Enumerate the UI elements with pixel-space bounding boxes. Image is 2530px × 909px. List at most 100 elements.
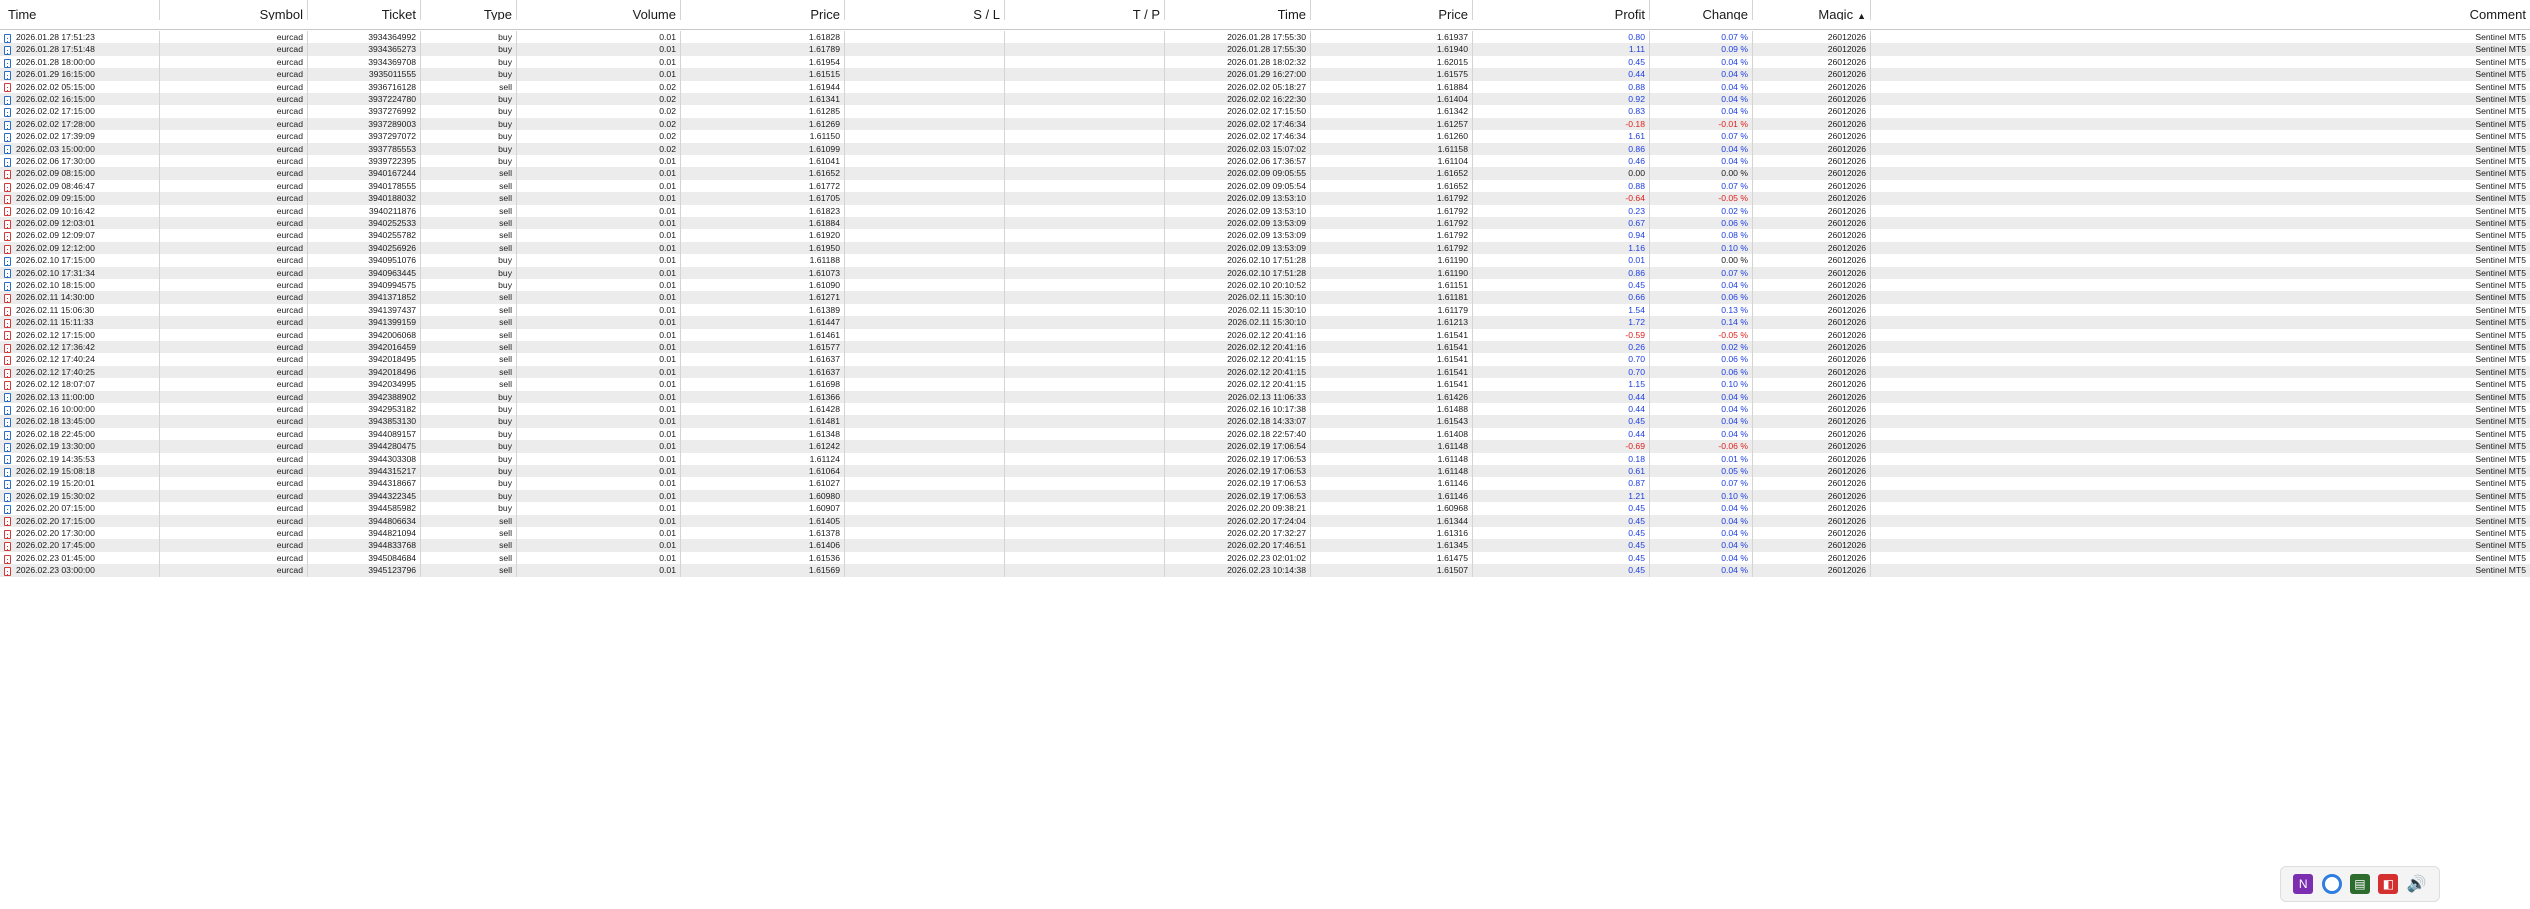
- cell-magic: 26012026: [1753, 68, 1871, 81]
- open-time-text: 2026.02.12 17:15:00: [16, 329, 95, 340]
- cell-ticket: 3942006068: [308, 328, 421, 341]
- table-row[interactable]: 2026.01.28 17:51:48 eurcad 3934365273 buy 0.…: [0, 43, 2530, 56]
- volume-icon[interactable]: 🔊: [2407, 874, 2427, 894]
- cell-close-price: 1.61316: [1311, 527, 1473, 540]
- table-row[interactable]: 2026.02.19 14:35:53 eurcad 3944303308 buy 0.…: [0, 452, 2530, 465]
- cell-symbol: eurcad: [160, 415, 308, 428]
- table-row[interactable]: 2026.02.09 12:03:01 eurcad 3940252533 sell 0…: [0, 217, 2530, 230]
- table-row[interactable]: 2026.02.11 14:30:00 eurcad 3941371852 sell 0…: [0, 291, 2530, 304]
- table-row[interactable]: 2026.02.19 13:30:00 eurcad 3944280475 buy 0.…: [0, 440, 2530, 453]
- col-header-tp[interactable]: T / P: [1005, 0, 1165, 20]
- col-header-volume[interactable]: Volume: [517, 0, 681, 20]
- table-row[interactable]: 2026.02.09 12:09:07 eurcad 3940255782 sell 0…: [0, 229, 2530, 242]
- table-row[interactable]: 2026.02.11 15:06:30 eurcad 3941397437 sell 0…: [0, 303, 2530, 317]
- table-row[interactable]: 2026.02.03 15:00:00 eurcad 3937785553 buy 0.…: [0, 142, 2530, 155]
- table-row[interactable]: 2026.02.02 16:15:00 eurcad 3937224780 buy 0.…: [0, 93, 2530, 106]
- table-row[interactable]: 2026.02.20 17:15:00 eurcad 3944806634 sell 0…: [0, 514, 2530, 527]
- table-row[interactable]: 2026.02.12 18:07:07 eurcad 3942034995 sell 0…: [0, 378, 2530, 391]
- table-row[interactable]: 2026.02.13 11:00:00 eurcad 3942388902 buy 0.…: [0, 390, 2530, 403]
- table-row[interactable]: 2026.02.20 17:30:00 eurcad 3944821094 sell 0…: [0, 527, 2530, 540]
- onenote-icon[interactable]: N: [2293, 874, 2314, 894]
- col-header-symbol[interactable]: Symbol: [160, 0, 308, 20]
- cell-price: 1.61348: [681, 427, 845, 441]
- table-row[interactable]: 2026.02.19 15:08:18 eurcad 3944315217 buy 0.…: [0, 465, 2530, 478]
- cell-symbol: eurcad: [160, 155, 308, 168]
- table-row[interactable]: 2026.02.12 17:40:25 eurcad 3942018496 sell 0…: [0, 365, 2530, 379]
- table-row[interactable]: 2026.02.10 17:15:00 eurcad 3940951076 buy 0.…: [0, 254, 2530, 267]
- cell-type: sell: [421, 527, 517, 540]
- col-header-comment[interactable]: Comment: [1871, 0, 2530, 20]
- col-header-price[interactable]: Price: [681, 0, 845, 20]
- table-row[interactable]: 2026.01.28 17:51:23 eurcad 3934364992 buy 0.…: [0, 31, 2530, 44]
- table-row[interactable]: 2026.02.11 15:11:33 eurcad 3941399159 sell 0…: [0, 316, 2530, 329]
- table-row[interactable]: 2026.02.19 15:20:01 eurcad 3944318667 buy 0.…: [0, 477, 2530, 490]
- col-header-type[interactable]: Type: [421, 0, 517, 20]
- cell-symbol: eurcad: [160, 403, 308, 416]
- table-row[interactable]: 2026.02.12 17:15:00 eurcad 3942006068 sell 0…: [0, 328, 2530, 341]
- cell-symbol: eurcad: [160, 341, 308, 354]
- table-row[interactable]: 2026.02.18 13:45:00 eurcad 3943853130 buy 0.…: [0, 415, 2530, 428]
- col-header-sl[interactable]: S / L: [845, 0, 1005, 20]
- table-row[interactable]: 2026.01.29 16:15:00 eurcad 3935011555 buy 0.…: [0, 68, 2530, 81]
- col-header-ticket[interactable]: Ticket: [308, 0, 421, 20]
- cell-close-time: 2026.02.12 20:41:16: [1165, 328, 1311, 341]
- cell-close-price: 1.61792: [1311, 229, 1473, 242]
- table-row[interactable]: 2026.02.16 10:00:00 eurcad 3942953182 buy 0.…: [0, 403, 2530, 416]
- cell-price: 1.61366: [681, 390, 845, 403]
- sell-deal-icon: [4, 83, 11, 93]
- table-row[interactable]: 2026.02.20 07:15:00 eurcad 3944585982 buy 0.…: [0, 502, 2530, 515]
- col-header-time[interactable]: Time: [0, 0, 160, 20]
- cell-close-time: 2026.02.19 17:06:54: [1165, 440, 1311, 453]
- table-row[interactable]: 2026.02.02 05:15:00 eurcad 3936716128 sell 0…: [0, 80, 2530, 93]
- col-header-close-time[interactable]: Time: [1165, 0, 1311, 20]
- col-header-change[interactable]: Change: [1650, 0, 1753, 20]
- table-row[interactable]: 2026.02.09 10:16:42 eurcad 3940211876 sell 0…: [0, 204, 2530, 217]
- cell-ticket: 3944821094: [308, 527, 421, 540]
- cell-tp: [1005, 551, 1165, 565]
- col-header-profit[interactable]: Profit: [1473, 0, 1650, 20]
- cell-ticket: 3937276992: [308, 105, 421, 118]
- cell-ticket: 3937785553: [308, 142, 421, 155]
- cell-sl: [845, 365, 1005, 379]
- time-wrap: 2026.02.03 15:00:00: [4, 143, 95, 155]
- red-app-icon[interactable]: ◧: [2378, 874, 2399, 894]
- table-row[interactable]: 2026.02.19 15:30:02 eurcad 3944322345 buy 0.…: [0, 489, 2530, 503]
- sell-deal-icon: [4, 294, 11, 304]
- table-row[interactable]: 2026.02.18 22:45:00 eurcad 3944089157 buy 0.…: [0, 427, 2530, 441]
- cell-close-price: 1.61940: [1311, 43, 1473, 56]
- table-row[interactable]: 2026.02.09 12:12:00 eurcad 3940256926 sell 0…: [0, 241, 2530, 255]
- col-header-close-price[interactable]: Price: [1311, 0, 1473, 20]
- cell-profit: 0.92: [1473, 93, 1650, 106]
- terminal-icon[interactable]: ▤: [2349, 874, 2370, 894]
- cell-ticket: 3934364992: [308, 31, 421, 44]
- table-row[interactable]: 2026.02.02 17:28:00 eurcad 3937289003 buy 0.…: [0, 117, 2530, 131]
- table-row[interactable]: 2026.02.12 17:36:42 eurcad 3942016459 sell 0…: [0, 341, 2530, 354]
- cell-profit: 0.88: [1473, 179, 1650, 193]
- cell-ticket: 3942018495: [308, 353, 421, 366]
- table-row[interactable]: 2026.02.10 17:31:34 eurcad 3940963445 buy 0.…: [0, 266, 2530, 279]
- cell-volume: 0.02: [517, 142, 681, 155]
- table-row[interactable]: 2026.02.20 17:45:00 eurcad 3944833768 sell 0…: [0, 539, 2530, 552]
- table-row[interactable]: 2026.02.09 08:46:47 eurcad 3940178555 sell 0…: [0, 179, 2530, 193]
- cell-symbol: eurcad: [160, 477, 308, 490]
- cell-sl: [845, 403, 1005, 416]
- table-row[interactable]: 2026.02.23 01:45:00 eurcad 3945084684 sell 0…: [0, 551, 2530, 565]
- cell-close-price: 1.61488: [1311, 403, 1473, 416]
- open-time-text: 2026.02.06 17:30:00: [16, 156, 95, 166]
- cell-time: 2026.02.09 09:15:00: [0, 192, 160, 205]
- table-row[interactable]: 2026.02.09 08:15:00 eurcad 3940167244 sell 0…: [0, 167, 2530, 180]
- table-row[interactable]: 2026.02.12 17:40:24 eurcad 3942018495 sell 0…: [0, 353, 2530, 366]
- cell-comment: Sentinel MT5: [2475, 56, 2526, 67]
- col-header-magic[interactable]: Magic ▲: [1753, 0, 1871, 20]
- table-row[interactable]: 2026.02.02 17:15:00 eurcad 3937276992 buy 0.…: [0, 105, 2530, 118]
- cell-tp: [1005, 93, 1165, 106]
- cell-magic: 26012026: [1753, 105, 1871, 118]
- table-row[interactable]: 2026.02.23 03:00:00 eurcad 3945123796 sell 0…: [0, 564, 2530, 577]
- table-row[interactable]: 2026.02.09 09:15:00 eurcad 3940188032 sell 0…: [0, 192, 2530, 205]
- table-row[interactable]: 2026.02.06 17:30:00 eurcad 3939722395 buy 0.…: [0, 155, 2530, 168]
- table-row[interactable]: 2026.02.02 17:39:09 eurcad 3937297072 buy 0.…: [0, 130, 2530, 143]
- table-row[interactable]: 2026.02.10 18:15:00 eurcad 3940994575 buy 0.…: [0, 279, 2530, 292]
- chrome-icon[interactable]: [2321, 874, 2342, 894]
- cell-close-time: 2026.02.10 17:51:28: [1165, 254, 1311, 267]
- table-row[interactable]: 2026.01.28 18:00:00 eurcad 3934369708 buy 0.…: [0, 55, 2530, 69]
